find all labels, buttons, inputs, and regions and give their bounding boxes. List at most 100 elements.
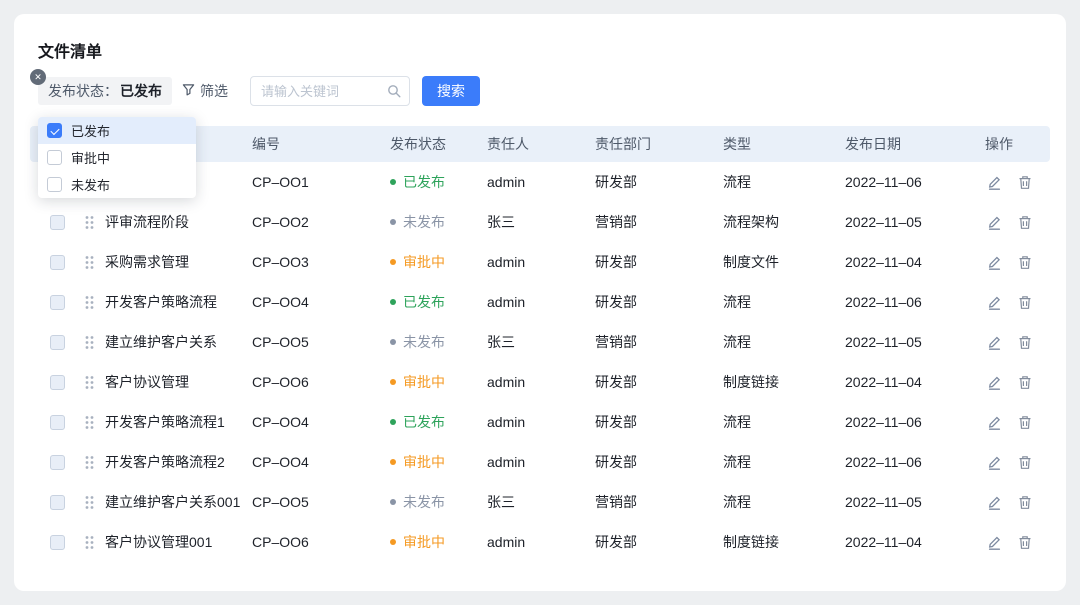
doc-name: 开发客户策略流程1: [105, 412, 252, 432]
status-text: 已发布: [403, 172, 445, 192]
table-row: 开发客户策略流程2 CP–OO4 审批中 admin 研发部 流程 2022–1…: [30, 442, 1050, 482]
table-row: 建立维护客户关系 CP–OO5 未发布 张三 营销部 流程 2022–11–05: [30, 322, 1050, 362]
filter-bar: ✕ 发布状态： 已发布 筛选 搜索: [38, 76, 480, 106]
doc-type: 流程: [723, 292, 845, 312]
edit-icon[interactable]: [987, 415, 1002, 430]
filter-icon: [182, 83, 195, 99]
row-checkbox[interactable]: [50, 375, 65, 390]
option-checkbox[interactable]: [47, 150, 62, 165]
row-checkbox[interactable]: [50, 335, 65, 350]
drag-handle-icon[interactable]: [74, 455, 105, 470]
header-status: 发布状态: [390, 134, 487, 154]
doc-code: CP–OO6: [252, 374, 390, 390]
doc-type: 制度文件: [723, 252, 845, 272]
doc-person: 张三: [487, 492, 595, 512]
search-icon[interactable]: [387, 84, 401, 103]
doc-type: 流程: [723, 332, 845, 352]
status-dot: [390, 379, 396, 385]
delete-icon[interactable]: [1018, 495, 1032, 510]
status-dot: [390, 499, 396, 505]
edit-icon[interactable]: [987, 375, 1002, 390]
status-text: 已发布: [403, 292, 445, 312]
doc-date: 2022–11–05: [845, 494, 985, 510]
drag-handle-icon[interactable]: [74, 295, 105, 310]
delete-icon[interactable]: [1018, 335, 1032, 350]
delete-icon[interactable]: [1018, 175, 1032, 190]
doc-name: 评审流程阶段: [105, 212, 252, 232]
doc-name: 开发客户策略流程: [105, 292, 252, 312]
row-checkbox[interactable]: [50, 535, 65, 550]
delete-icon[interactable]: [1018, 455, 1032, 470]
status-dot: [390, 219, 396, 225]
edit-icon[interactable]: [987, 215, 1002, 230]
row-checkbox[interactable]: [50, 455, 65, 470]
status-cell: 已发布: [390, 172, 487, 192]
table-row: 建立维护客户关系001 CP–OO5 未发布 张三 营销部 流程 2022–11…: [30, 482, 1050, 522]
filter-button-label: 筛选: [200, 81, 228, 101]
row-checkbox[interactable]: [50, 415, 65, 430]
option-label: 未发布: [71, 175, 110, 194]
delete-icon[interactable]: [1018, 215, 1032, 230]
drag-handle-icon[interactable]: [74, 535, 105, 550]
search-button[interactable]: 搜索: [422, 76, 480, 106]
doc-name: 建立维护客户关系001: [105, 492, 252, 512]
header-person: 责任人: [487, 134, 595, 154]
doc-name: 采购需求管理: [105, 252, 252, 272]
status-text: 未发布: [403, 332, 445, 352]
edit-icon[interactable]: [987, 255, 1002, 270]
drag-handle-icon[interactable]: [74, 335, 105, 350]
doc-code: CP–OO5: [252, 494, 390, 510]
delete-icon[interactable]: [1018, 375, 1032, 390]
doc-date: 2022–11–06: [845, 414, 985, 430]
row-checkbox[interactable]: [50, 295, 65, 310]
status-text: 审批中: [403, 452, 445, 472]
header-dept: 责任部门: [595, 134, 723, 154]
doc-code: CP–OO4: [252, 414, 390, 430]
doc-name: 建立维护客户关系: [105, 332, 252, 352]
row-checkbox[interactable]: [50, 255, 65, 270]
doc-dept: 研发部: [595, 412, 723, 432]
drag-handle-icon[interactable]: [74, 375, 105, 390]
row-checkbox[interactable]: [50, 215, 65, 230]
doc-name: 客户协议管理: [105, 372, 252, 392]
delete-icon[interactable]: [1018, 295, 1032, 310]
filter-tag-value[interactable]: 已发布: [120, 81, 162, 101]
doc-dept: 营销部: [595, 332, 723, 352]
doc-dept: 研发部: [595, 292, 723, 312]
option-checkbox[interactable]: [47, 177, 62, 192]
edit-icon[interactable]: [987, 495, 1002, 510]
dropdown-option[interactable]: 未发布: [38, 171, 196, 198]
status-dot: [390, 299, 396, 305]
doc-name: 开发客户策略流程2: [105, 452, 252, 472]
doc-date: 2022–11–06: [845, 174, 985, 190]
drag-handle-icon[interactable]: [74, 495, 105, 510]
drag-handle-icon[interactable]: [74, 215, 105, 230]
page-title: 文件清单: [38, 38, 102, 62]
status-text: 未发布: [403, 492, 445, 512]
status-text: 审批中: [403, 532, 445, 552]
delete-icon[interactable]: [1018, 535, 1032, 550]
drag-handle-icon[interactable]: [74, 415, 105, 430]
edit-icon[interactable]: [987, 455, 1002, 470]
option-checkbox[interactable]: [47, 123, 62, 138]
edit-icon[interactable]: [987, 175, 1002, 190]
delete-icon[interactable]: [1018, 415, 1032, 430]
doc-code: CP–OO6: [252, 534, 390, 550]
dropdown-option[interactable]: 审批中: [38, 144, 196, 171]
row-checkbox[interactable]: [50, 495, 65, 510]
dropdown-option[interactable]: 已发布: [38, 117, 196, 144]
doc-code: CP–OO1: [252, 174, 390, 190]
delete-icon[interactable]: [1018, 255, 1032, 270]
edit-icon[interactable]: [987, 535, 1002, 550]
doc-person: admin: [487, 454, 595, 470]
close-icon[interactable]: ✕: [30, 69, 46, 85]
filter-button[interactable]: 筛选: [182, 81, 228, 101]
doc-code: CP–OO5: [252, 334, 390, 350]
doc-dept: 研发部: [595, 532, 723, 552]
doc-code: CP–OO4: [252, 454, 390, 470]
doc-person: admin: [487, 254, 595, 270]
search-input[interactable]: [261, 77, 389, 105]
drag-handle-icon[interactable]: [74, 255, 105, 270]
edit-icon[interactable]: [987, 295, 1002, 310]
edit-icon[interactable]: [987, 335, 1002, 350]
